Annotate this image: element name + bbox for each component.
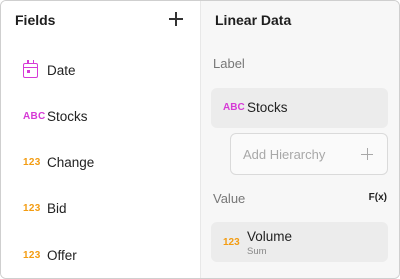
- number-type-icon: 123: [23, 156, 41, 168]
- add-field-button[interactable]: [166, 9, 186, 29]
- field-item-change[interactable]: 123 Change: [1, 144, 200, 180]
- chip-aggregation: Sum: [247, 246, 267, 257]
- field-item-date[interactable]: Date: [1, 52, 200, 88]
- fields-title: Fields: [15, 12, 56, 28]
- add-hierarchy-label: Add Hierarchy: [243, 147, 326, 162]
- chip-label: Volume: [247, 229, 293, 244]
- field-label: Stocks: [47, 108, 88, 124]
- label-section-title: Label: [213, 56, 245, 71]
- text-type-icon: ABC: [23, 110, 46, 122]
- config-panel: Linear Data Label ABC Stocks Add Hierarc…: [201, 1, 399, 278]
- field-label: Change: [47, 154, 95, 170]
- number-type-icon: 123: [23, 249, 41, 261]
- field-label: Date: [47, 62, 76, 78]
- calendar-icon: [23, 59, 38, 78]
- field-label: Offer: [47, 247, 77, 263]
- fields-panel: Fields Date ABC Stocks 123 Change 123 Bi…: [1, 1, 201, 278]
- config-title: Linear Data: [215, 12, 292, 28]
- value-section-title: Value: [213, 191, 246, 206]
- text-type-icon: ABC: [223, 102, 245, 113]
- field-item-bid[interactable]: 123 Bid: [1, 190, 200, 226]
- function-button[interactable]: F(x): [369, 192, 387, 203]
- field-item-offer[interactable]: 123 Offer: [1, 237, 200, 273]
- number-type-icon: 123: [223, 237, 240, 248]
- label-chip-stocks[interactable]: ABC Stocks: [211, 88, 388, 128]
- plus-icon: [361, 148, 373, 160]
- number-type-icon: 123: [23, 202, 41, 214]
- window: Fields Date ABC Stocks 123 Change 123 Bi…: [0, 0, 400, 279]
- field-label: Bid: [47, 200, 67, 216]
- add-hierarchy-dropzone[interactable]: Add Hierarchy: [230, 133, 388, 175]
- chip-label: Stocks: [247, 100, 288, 115]
- field-item-stocks[interactable]: ABC Stocks: [1, 98, 200, 134]
- value-chip-volume[interactable]: 123 Volume Sum: [211, 222, 388, 262]
